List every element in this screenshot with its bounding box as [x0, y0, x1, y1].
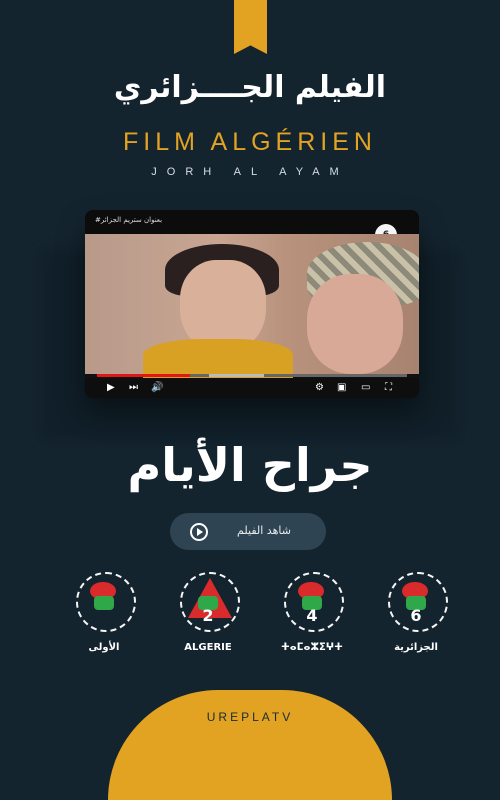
watch-movie-button[interactable]: شاهد الفيلم — [170, 513, 326, 550]
movie-title: جراح الأيام — [127, 438, 373, 492]
channel-logo-4[interactable]: 4 ⵜⴰⵎⴰⵣⵉⵖⵜ — [280, 572, 344, 656]
bookmark-ribbon — [234, 0, 267, 54]
page-title-french: FILM ALGÉRIEN — [123, 128, 377, 156]
video-top-bar: #بعنوان ستريم الجزائر 6 — [85, 210, 419, 246]
video-player[interactable]: #بعنوان ستريم الجزائر 6 ▶ ⏭ 🔊 ⚙ ▣ ▭ ⛶ — [85, 210, 419, 398]
channel-logo-1[interactable]: الأولى — [72, 572, 136, 656]
channel-number: 2 — [202, 606, 214, 625]
video-overlay-text: #بعنوان ستريم الجزائر — [95, 216, 163, 224]
scene-person-right — [307, 274, 403, 374]
theater-icon[interactable]: ▭ — [361, 381, 370, 395]
channel-logo-2[interactable]: 2 ALGERIE — [176, 572, 240, 656]
channel-tag: ALGERIE — [184, 642, 232, 653]
channel-logo-6[interactable]: 6 الجزائرية — [384, 572, 448, 656]
channel-number: 4 — [306, 606, 318, 625]
page-title-arabic: الفيلم الجــــزائري — [113, 70, 387, 105]
footer-brand: UREPLATV — [206, 710, 294, 724]
volume-icon[interactable]: 🔊 — [151, 381, 163, 395]
video-progress-bar[interactable] — [97, 374, 407, 377]
video-frame[interactable] — [85, 234, 419, 379]
play-circle-icon — [190, 523, 208, 541]
footer-brand-badge[interactable]: UREPLATV — [108, 690, 392, 800]
video-buffer-bar — [208, 374, 265, 377]
play-icon[interactable]: ▶ — [107, 381, 115, 395]
video-controls: ▶ ⏭ 🔊 ⚙ ▣ ▭ ⛶ — [85, 378, 419, 398]
channel-number: 6 — [410, 606, 422, 625]
channel-tag: الأولى — [88, 642, 120, 653]
miniplayer-icon[interactable]: ▣ — [337, 381, 346, 395]
fullscreen-icon[interactable]: ⛶ — [385, 381, 392, 395]
channel-tag: ⵜⴰⵎⴰⵣⵉⵖⵜ — [281, 642, 343, 653]
page-subtitle: JORH AL AYAM — [151, 166, 349, 178]
settings-icon[interactable]: ⚙ — [315, 381, 324, 395]
video-progress-fill — [97, 374, 190, 377]
channel-mark-green — [94, 596, 114, 610]
scene-person-left-body — [143, 339, 293, 379]
next-icon[interactable]: ⏭ — [129, 381, 138, 395]
watch-movie-label: شاهد الفيلم — [237, 524, 291, 537]
channel-tag: الجزائرية — [394, 642, 438, 653]
